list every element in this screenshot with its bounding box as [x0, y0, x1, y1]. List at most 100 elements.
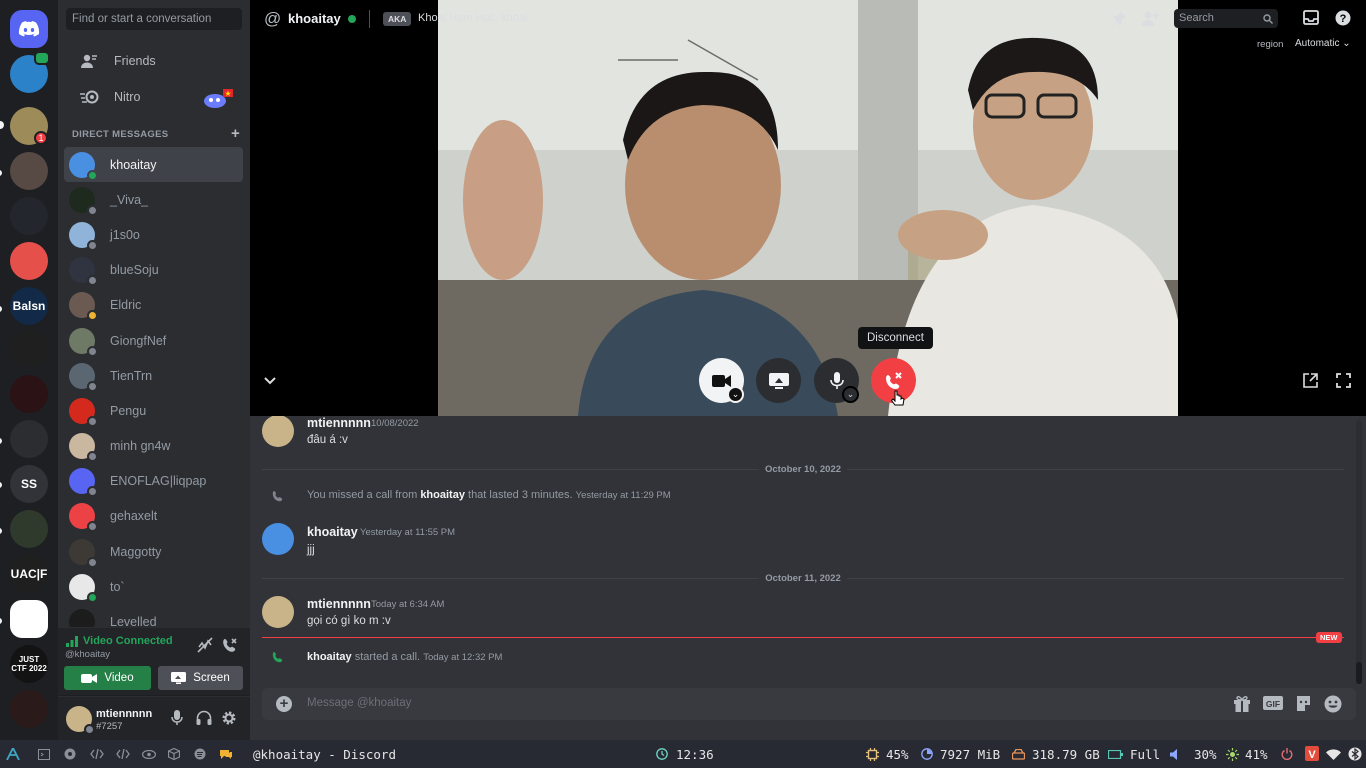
screen-share-button[interactable]: Screen: [158, 666, 243, 690]
server-colorful[interactable]: [10, 600, 48, 638]
phone-icon: [272, 651, 285, 669]
search-input[interactable]: Search: [1174, 9, 1278, 28]
call-started-user[interactable]: khoaitay: [307, 651, 352, 663]
voice-status[interactable]: Video Connected: [66, 635, 173, 647]
server-ullco[interactable]: [10, 330, 48, 368]
server-justctf[interactable]: JUST CTF 2022: [10, 645, 48, 683]
server-game[interactable]: [10, 197, 48, 235]
eye-icon[interactable]: [142, 747, 156, 761]
server-label: Balsn: [12, 298, 46, 313]
dm-item-pengu[interactable]: Pengu: [64, 393, 243, 428]
discord-home[interactable]: [10, 10, 48, 48]
message-scrollbar[interactable]: [1356, 420, 1362, 684]
collapse-chevron-icon[interactable]: [264, 372, 276, 390]
server-people[interactable]: [10, 152, 48, 190]
dm-item-minh-gn4w[interactable]: minh gn4w: [64, 429, 243, 464]
message-author[interactable]: khoaitay: [307, 525, 358, 539]
dm-name: Maggotty: [110, 544, 162, 559]
discord-taskbar-icon[interactable]: [219, 747, 233, 761]
vivaldi-tray-icon[interactable]: V: [1305, 745, 1319, 761]
avatar[interactable]: [262, 523, 294, 555]
message-author[interactable]: mtiennnnn: [307, 597, 371, 611]
microphone-icon[interactable]: [171, 710, 189, 728]
settings-gear-icon[interactable]: [221, 710, 239, 728]
scrollbar-thumb[interactable]: [1356, 662, 1362, 684]
create-dm-plus-icon[interactable]: +: [231, 125, 240, 142]
mute-microphone-button[interactable]: ⌄: [814, 358, 859, 403]
brightness-indicator[interactable]: 41%: [1226, 747, 1268, 762]
dm-item-maggotty[interactable]: Maggotty: [64, 534, 243, 569]
disconnect-call-icon[interactable]: [222, 637, 240, 655]
memory-indicator: 7927 MiB: [921, 747, 1000, 762]
channel-header: @ khoaitay AKA Khoai Ham Học, khoai Sear…: [250, 0, 1366, 38]
sticker-icon[interactable]: [1295, 695, 1313, 713]
terminal-icon[interactable]: [38, 747, 50, 761]
message-input[interactable]: Message @khoaitay: [307, 697, 411, 709]
launcher-icon[interactable]: [6, 747, 20, 761]
message-composer[interactable]: + Message @khoaitay GIF: [262, 688, 1356, 720]
server-warrior[interactable]: [10, 510, 48, 548]
server-uactf[interactable]: UAC|F: [10, 555, 48, 593]
camera-toggle-button[interactable]: ⌄: [699, 358, 744, 403]
server-fox[interactable]: [10, 375, 48, 413]
gift-icon[interactable]: [1233, 695, 1251, 713]
user-avatar[interactable]: [66, 706, 95, 735]
server-circle-red[interactable]: [10, 242, 48, 280]
server-label: SS: [20, 476, 37, 491]
server-ss[interactable]: SS: [10, 465, 48, 503]
message-author[interactable]: mtiennnnn: [307, 416, 371, 430]
browser-icon[interactable]: [64, 747, 76, 761]
avatar[interactable]: [262, 596, 294, 628]
disk-indicator: 318.79 GB: [1012, 747, 1100, 762]
friends-nav-item[interactable]: Friends: [66, 45, 242, 77]
headphones-icon[interactable]: [196, 710, 214, 728]
popout-icon[interactable]: [1303, 373, 1318, 393]
missed-call-icon: [272, 489, 285, 507]
region-select[interactable]: Automatic ⌄: [1295, 38, 1351, 49]
dm-item-enoflag-liqpap[interactable]: ENOFLAG|liqpap: [64, 464, 243, 499]
microphone-options-chevron-icon[interactable]: ⌄: [842, 386, 859, 403]
server-plane[interactable]: [10, 420, 48, 458]
bluetooth-tray-icon[interactable]: [1348, 747, 1362, 761]
missed-call-text: You missed a call from khoaitay that las…: [307, 489, 671, 501]
power-icon[interactable]: [1281, 747, 1293, 761]
pinned-messages-icon[interactable]: [1111, 10, 1129, 28]
server-balsn[interactable]: Balsn: [10, 287, 48, 325]
dm-item-gehaxelt[interactable]: gehaxelt: [64, 499, 243, 534]
wifi-icon[interactable]: [1326, 747, 1341, 761]
music-icon[interactable]: [194, 747, 206, 761]
dm-item-j1s0o[interactable]: j1s0o: [64, 217, 243, 252]
dm-item-tientrn[interactable]: TienTrn: [64, 358, 243, 393]
dm-item-levelled[interactable]: Levelled: [64, 604, 243, 627]
package-icon[interactable]: [168, 747, 180, 761]
discord-logo-icon: [18, 21, 40, 37]
server-dragon[interactable]: [10, 690, 48, 728]
dm-item-khoaitay[interactable]: khoaitay: [64, 147, 243, 183]
fullscreen-icon[interactable]: [1336, 373, 1351, 393]
code-editor-icon[interactable]: [90, 747, 104, 761]
dm-name: ENOFLAG|liqpap: [110, 474, 207, 489]
avatar[interactable]: [262, 416, 294, 447]
dm-item-viva[interactable]: _Viva_: [64, 182, 243, 217]
volume-indicator[interactable]: 30%: [1170, 747, 1217, 762]
emoji-icon[interactable]: [1324, 695, 1342, 713]
inbox-icon[interactable]: [1303, 10, 1321, 28]
search-placeholder: Search: [1179, 12, 1214, 24]
dm-item-to[interactable]: to`: [64, 569, 243, 604]
nitro-nav-item[interactable]: Nitro: [66, 81, 242, 113]
gif-icon[interactable]: GIF: [1263, 695, 1283, 713]
video-stream[interactable]: [438, 0, 1178, 416]
add-friend-to-dm-icon[interactable]: [1142, 10, 1160, 28]
dm-item-bluesoju[interactable]: blueSoju: [64, 253, 243, 288]
video-toggle-button[interactable]: Video: [64, 666, 151, 690]
noise-suppression-icon[interactable]: [197, 637, 215, 655]
code-editor-2-icon[interactable]: [116, 747, 130, 761]
help-icon[interactable]: ?: [1335, 10, 1353, 28]
find-conversation-button[interactable]: Find or start a conversation: [66, 8, 242, 30]
missed-call-user[interactable]: khoaitay: [420, 489, 465, 501]
dm-item-eldric[interactable]: Eldric: [64, 288, 243, 323]
attach-plus-icon[interactable]: +: [276, 696, 292, 712]
camera-options-chevron-icon[interactable]: ⌄: [727, 386, 744, 403]
screen-share-call-button[interactable]: [756, 358, 801, 403]
dm-item-giongfnef[interactable]: GiongfNef: [64, 323, 243, 358]
